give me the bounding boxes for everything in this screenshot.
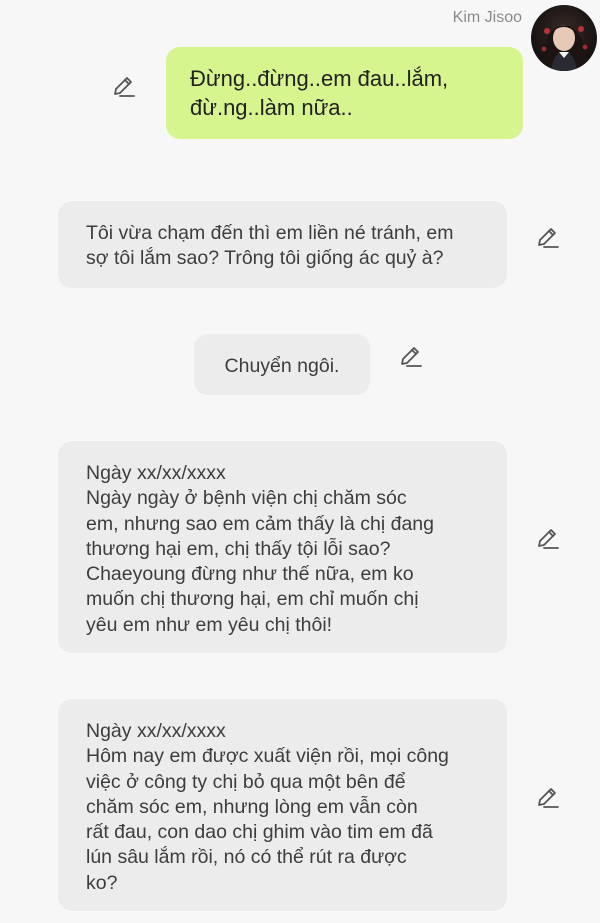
message-line: em, nhưng sao em cảm thấy là chị đang bbox=[86, 512, 434, 535]
message-line: lún sâu lắm rồi, nó có thể rút ra được bbox=[86, 846, 407, 869]
message-bubble: Chuyển ngôi. bbox=[194, 334, 370, 395]
message-line: việc ở công ty chị bỏ qua một bên để bbox=[86, 770, 406, 793]
edit-button[interactable] bbox=[398, 343, 424, 369]
avatar[interactable] bbox=[531, 5, 597, 71]
edit-button[interactable] bbox=[111, 73, 137, 99]
message-bubble: Ngày xx/xx/xxxx Ngày ngày ở bệnh viện ch… bbox=[58, 441, 507, 653]
pencil-icon bbox=[538, 228, 559, 248]
message-line: Ngày xx/xx/xxxx bbox=[86, 462, 226, 484]
pencil-icon bbox=[538, 788, 559, 808]
pencil-icon bbox=[401, 347, 422, 367]
message-line: ko? bbox=[86, 871, 118, 894]
edit-button[interactable] bbox=[535, 525, 561, 551]
user-message-bubble: Đừng..đừng..em đau..lắm, đừ.ng..làm nữa.… bbox=[166, 47, 523, 139]
message-line: đừ.ng..làm nữa.. bbox=[190, 95, 353, 120]
message-line: Chuyển ngôi. bbox=[224, 355, 340, 377]
message-line: chăm sóc em, nhưng lòng em vẫn còn bbox=[86, 795, 418, 818]
message-line: Ngày ngày ở bệnh viện chị chăm sóc bbox=[86, 487, 407, 510]
message-bubble: Ngày xx/xx/xxxx Hôm nay em được xuất việ… bbox=[58, 699, 507, 911]
pencil-icon bbox=[538, 529, 559, 549]
message-line: Ngày xx/xx/xxxx bbox=[86, 720, 226, 742]
sender-name: Kim Jisoo bbox=[452, 9, 522, 26]
message-line: Hôm nay em được xuất viện rồi, mọi công bbox=[86, 745, 449, 768]
message-line: Đừng..đừng..em đau..lắm, bbox=[190, 66, 449, 91]
message-line: Tôi vừa chạm đến thì em liền né tránh, e… bbox=[86, 222, 454, 244]
message-line: sợ tôi lắm sao? Trông tôi giống ác quỷ à… bbox=[86, 247, 444, 270]
message-line: muốn chị thương hại, em chỉ muốn chị bbox=[86, 588, 419, 611]
edit-button[interactable] bbox=[535, 784, 561, 810]
message-line: rất đau, con dao chị ghim vào tim em đã bbox=[86, 821, 433, 844]
message-line: Chaeyoung đừng như thế nữa, em ko bbox=[86, 563, 414, 586]
message-line: thương hại em, chị thấy tội lỗi sao? bbox=[86, 537, 391, 560]
message-bubble: Tôi vừa chạm đến thì em liền né tránh, e… bbox=[58, 201, 507, 288]
pencil-icon bbox=[114, 77, 135, 97]
edit-button[interactable] bbox=[535, 224, 561, 250]
message-line: yêu em như em yêu chị thôi! bbox=[86, 613, 333, 636]
